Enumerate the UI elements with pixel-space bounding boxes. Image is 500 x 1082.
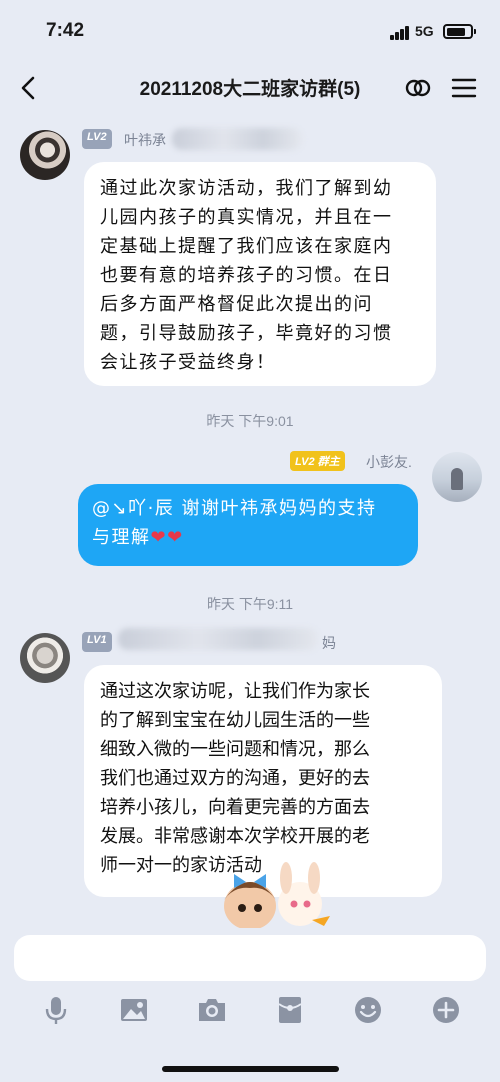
- sender-name[interactable]: 妈: [322, 633, 336, 653]
- message-input[interactable]: [14, 935, 486, 981]
- avatar-figure: [451, 468, 463, 490]
- red-packet-icon[interactable]: [274, 994, 306, 1026]
- message-bubble[interactable]: @↘吖·辰 谢谢叶祎承妈妈的支持 与理解❤❤: [78, 484, 418, 566]
- battery-icon: [443, 24, 476, 39]
- message-bubble[interactable]: 通过此次家访活动，我们了解到幼 儿园内孩子的真实情况，并且在一 定基础上提醒了我…: [84, 162, 436, 386]
- timestamp: 昨天 下午9:11: [206, 596, 294, 612]
- sender-name[interactable]: 叶祎承: [124, 130, 166, 150]
- camera-icon[interactable]: [196, 994, 228, 1026]
- message-line: 通过此次家访活动，我们了解到幼: [100, 178, 393, 199]
- heart-icon: ❤❤: [150, 527, 184, 548]
- status-bar: 7:42 5G: [0, 0, 500, 62]
- sender-name[interactable]: 小彭友.: [366, 452, 412, 472]
- home-indicator[interactable]: [162, 1066, 339, 1072]
- message-line: 会让孩子受益终身！: [100, 352, 276, 373]
- level-badge: LV1: [82, 632, 112, 652]
- chat-header: 20211208大二班家访群(5): [0, 62, 500, 114]
- input-toolbar: [0, 990, 500, 1034]
- message-line: 发展。非常感谢本次学校开展的老: [100, 826, 370, 847]
- emoji-icon[interactable]: [352, 994, 384, 1026]
- avatar[interactable]: [20, 130, 70, 180]
- message-line: 题，引导鼓励孩子，毕竟好的习惯: [100, 323, 393, 344]
- message-text: 与理解: [92, 527, 151, 548]
- status-time: 7:42: [46, 20, 85, 41]
- blurred-name: [118, 628, 318, 650]
- message-line: 后多方面严格督促此次提出的问: [100, 294, 373, 315]
- mic-icon[interactable]: [40, 994, 72, 1026]
- blurred-name: [172, 128, 302, 150]
- avatar[interactable]: [432, 452, 482, 502]
- message-line: 的了解到宝宝在幼儿园生活的一些: [100, 710, 370, 731]
- cartoon-sticker-icon: [224, 862, 330, 928]
- signal-icon: [390, 26, 410, 40]
- message-line: 细致入微的一些问题和情况，那么: [100, 739, 370, 760]
- message-line: @↘吖·辰 谢谢叶祎承妈妈的支持: [92, 498, 377, 519]
- message-line: 与理解❤❤: [92, 523, 404, 552]
- avatar[interactable]: [20, 633, 70, 683]
- group-link-icon[interactable]: [402, 72, 434, 104]
- level-badge: LV2 群主: [290, 451, 345, 471]
- message-line: 儿园内孩子的真实情况，并且在一: [100, 207, 393, 228]
- message-line: 培养小孩儿，向着更完善的方面去: [100, 797, 370, 818]
- network-label: 5G: [415, 23, 434, 39]
- message-line: 我们也通过双方的沟通，更好的去: [100, 768, 370, 789]
- image-icon[interactable]: [118, 994, 150, 1026]
- message-line: 也要有意的培养孩子的习惯。在日: [100, 265, 393, 286]
- message-line: 定基础上提醒了我们应该在家庭内: [100, 236, 393, 257]
- level-text: LV2: [295, 456, 315, 468]
- level-badge: LV2: [82, 129, 112, 149]
- timestamp: 昨天 下午9:01: [206, 413, 294, 429]
- role-text: 群主: [317, 456, 340, 468]
- plus-icon[interactable]: [430, 994, 462, 1026]
- message-line: 通过这次家访呢，让我们作为家长: [100, 681, 370, 702]
- menu-icon[interactable]: [448, 72, 480, 104]
